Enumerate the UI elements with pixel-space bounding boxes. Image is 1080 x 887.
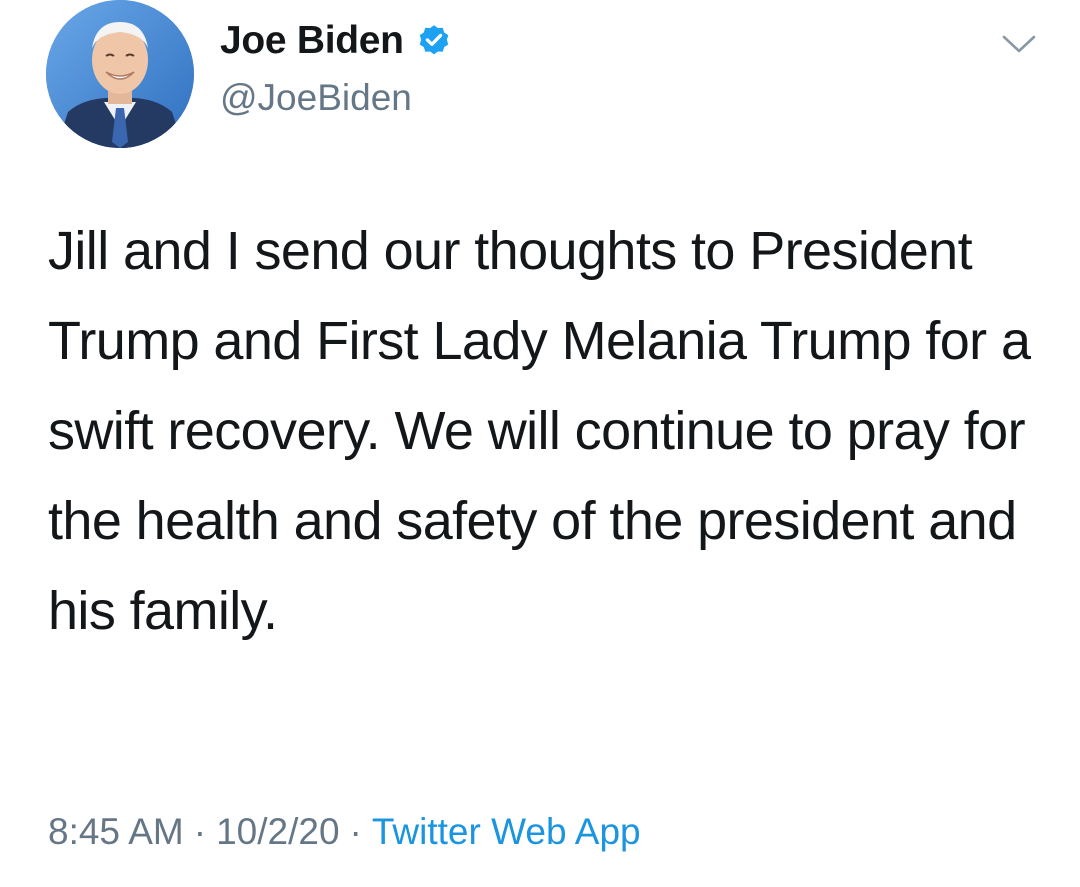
author-name[interactable]: Joe Biden bbox=[220, 18, 404, 64]
author-handle[interactable]: @JoeBiden bbox=[220, 76, 452, 120]
author-block: Joe Biden @JoeBiden bbox=[220, 18, 452, 120]
tweet-date[interactable]: 10/2/20 bbox=[216, 811, 339, 852]
tweet-source-link[interactable]: Twitter Web App bbox=[372, 811, 641, 852]
tweet-text: Jill and I send our thoughts to Presiden… bbox=[48, 221, 1031, 641]
tweet-time[interactable]: 8:45 AM bbox=[48, 811, 184, 852]
tweet-meta: 8:45 AM · 10/2/20 · Twitter Web App bbox=[48, 806, 641, 858]
avatar-image bbox=[46, 0, 194, 148]
tweet-card: Joe Biden @JoeBiden Jill and I send our … bbox=[0, 0, 1080, 887]
meta-separator: · bbox=[193, 811, 207, 852]
avatar[interactable] bbox=[46, 0, 194, 148]
chevron-down-icon[interactable] bbox=[1001, 33, 1037, 55]
meta-separator: · bbox=[349, 811, 362, 852]
author-name-row: Joe Biden bbox=[220, 18, 452, 64]
verified-badge-icon bbox=[419, 25, 448, 55]
